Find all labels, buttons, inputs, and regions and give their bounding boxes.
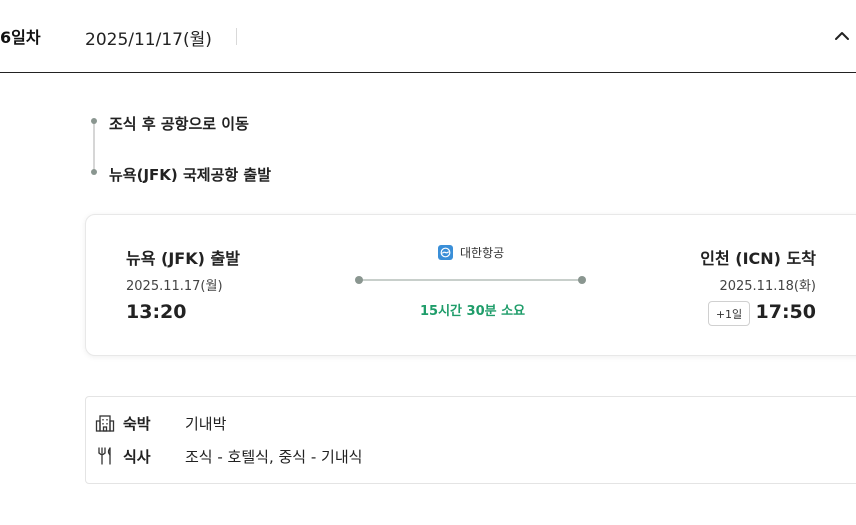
arrival-time: 17:50: [755, 301, 816, 323]
lodging-label: 숙박: [123, 414, 151, 433]
flight-card: 뉴욕 (JFK) 출발 2025.11.17(월) 13:20 대한항공 15시…: [85, 214, 856, 356]
lodging-row: 숙박 기내박: [95, 412, 226, 434]
lodging-value: 기내박: [185, 414, 227, 433]
header-divider: [236, 28, 237, 45]
airline-name: 대한항공: [460, 246, 505, 260]
timeline-line: [93, 121, 95, 173]
collapse-button[interactable]: [832, 26, 852, 46]
departure-date: 2025.11.17(월): [126, 279, 223, 294]
timeline-item: 조식 후 공항으로 이동: [109, 115, 249, 133]
timeline-dot: [91, 169, 97, 175]
departure-time: 13:20: [126, 301, 187, 323]
timeline-item: 뉴욕(JFK) 국제공항 출발: [109, 166, 272, 184]
airline: 대한항공: [438, 244, 504, 261]
arrival-date: 2025.11.18(화): [719, 279, 816, 294]
utensils-icon: [95, 446, 115, 466]
meal-row: 식사 조식 - 호텔식, 중식 - 기내식: [95, 445, 362, 467]
chevron-up-icon: [835, 32, 849, 40]
meal-value: 조식 - 호텔식, 중식 - 기내식: [185, 447, 363, 466]
day-label: 6일차: [0, 28, 41, 47]
day-date: 2025/11/17(월): [85, 30, 212, 50]
meal-label: 식사: [123, 447, 151, 466]
building-icon: [95, 413, 115, 433]
route-dot: [578, 276, 586, 284]
timeline-dot: [91, 118, 97, 124]
departure-title: 뉴욕 (JFK) 출발: [126, 249, 240, 268]
flight-duration: 15시간 30분 소요: [420, 304, 526, 319]
route-dot: [355, 276, 363, 284]
info-box: 숙박 기내박 식사 조식 - 호텔식, 중식 - 기내식: [85, 396, 856, 484]
route-line: [357, 279, 582, 281]
itinerary-timeline: 조식 후 공항으로 이동 뉴욕(JFK) 국제공항 출발: [90, 113, 490, 193]
day-header: 6일차 2025/11/17(월): [0, 0, 856, 73]
arrival-title: 인천 (ICN) 도착: [700, 249, 816, 268]
day-offset-badge: +1일: [708, 301, 750, 326]
korean-air-logo-icon: [438, 245, 453, 260]
